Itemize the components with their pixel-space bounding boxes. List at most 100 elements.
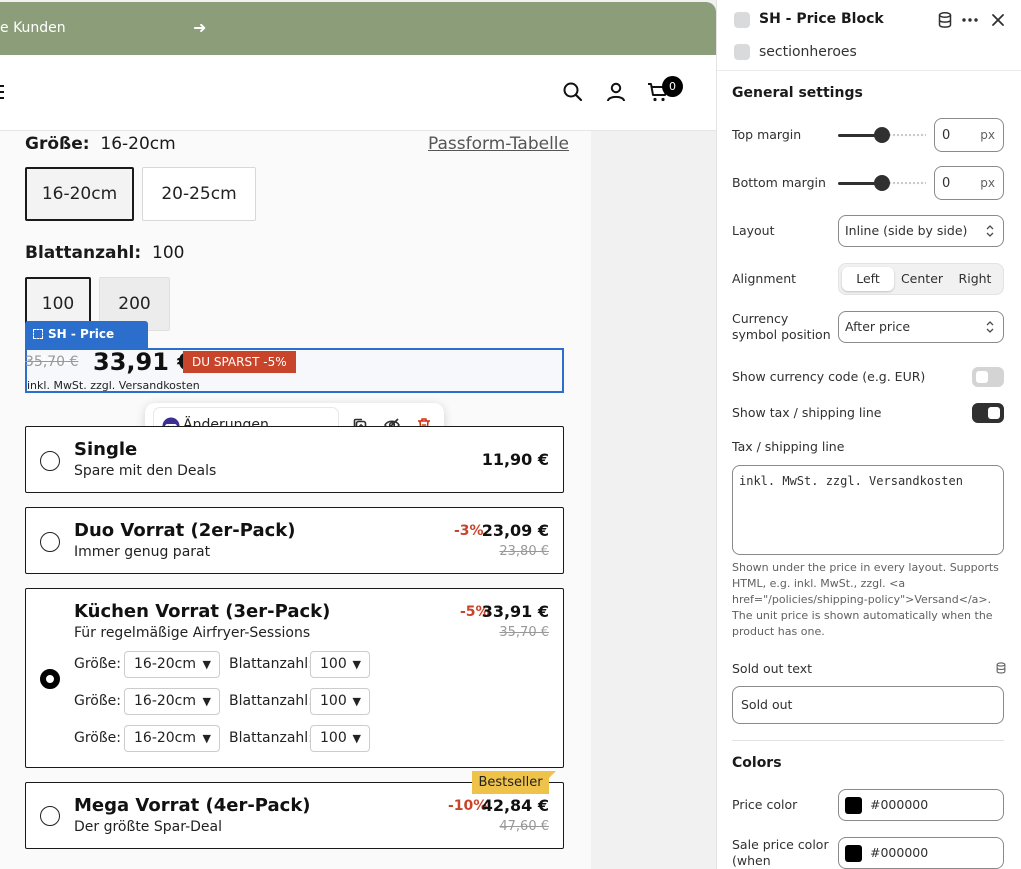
top-margin-input[interactable]: 0 px (934, 118, 1004, 152)
sheets-value: 100 (152, 243, 185, 263)
size-select[interactable]: 16-20cm ▼ (124, 651, 220, 678)
bundle-price: 23,09 € (481, 521, 549, 540)
top-margin-value: 0 (942, 128, 951, 143)
size-option[interactable]: 20-25cm (142, 167, 256, 221)
bundle-discount: -3% (454, 523, 484, 539)
bundle-radio[interactable] (40, 532, 60, 552)
sheets-label-row: Blattanzahl: 100 (25, 243, 184, 263)
search-icon[interactable] (561, 80, 585, 104)
bundle-title: Küchen Vorrat (3er-Pack) (74, 601, 331, 622)
account-icon[interactable] (604, 80, 628, 104)
size-select[interactable]: 16-20cm ▼ (124, 688, 220, 715)
alignment-center-option[interactable]: Center (896, 267, 948, 291)
bundle-radio-selected[interactable] (40, 669, 60, 689)
price-block-tag[interactable]: SH - Price Block (25, 321, 148, 368)
section-divider (732, 740, 1004, 741)
chevron-down-icon: ▼ (202, 658, 211, 671)
bundle-option-single[interactable]: Single Spare mit den Deals 11,90 € (25, 426, 564, 493)
announcement-text: e Kunden (0, 20, 66, 36)
size-select-value: 16-20cm (134, 656, 197, 672)
announcement-bar[interactable]: e Kunden ➜ (0, 2, 716, 55)
alignment-right-option[interactable]: Right (950, 267, 1000, 291)
app-icon (734, 44, 750, 60)
layout-label: Layout (732, 223, 775, 238)
select-arrows-icon (986, 321, 994, 333)
price-color-picker[interactable]: #000000 (838, 789, 1004, 821)
app-name: sectionheroes (759, 44, 857, 60)
bundle-radio[interactable] (40, 806, 60, 826)
bundle-subtitle: Spare mit den Deals (74, 463, 217, 479)
bottom-margin-unit: px (980, 176, 995, 190)
database-icon[interactable] (994, 661, 1008, 675)
sold-out-input[interactable]: Sold out (732, 686, 1004, 724)
colors-title: Colors (732, 755, 782, 771)
variant-sheets-label: Blattanzahl: (229, 656, 313, 672)
bottom-margin-label: Bottom margin (732, 175, 826, 190)
size-select-value: 16-20cm (134, 693, 197, 709)
bundle-price: 11,90 € (481, 450, 549, 469)
bundle-option-duo[interactable]: Duo Vorrat (2er-Pack) Immer genug parat … (25, 507, 564, 574)
variant-size-label: Größe: (74, 693, 122, 709)
bundle-title: Duo Vorrat (2er-Pack) (74, 520, 296, 541)
size-guide-link[interactable]: Passform-Tabelle (428, 134, 569, 154)
sale-price: 33,91 € (93, 348, 194, 376)
top-margin-unit: px (980, 128, 995, 142)
menu-icon[interactable] (0, 85, 4, 103)
price-color-value: #000000 (870, 797, 929, 812)
compare-price: 35,70 € (25, 354, 79, 370)
tax-line-textarea[interactable]: inkl. MwSt. zzgl. Versandkosten (732, 465, 1004, 555)
chevron-down-icon: ▼ (352, 695, 361, 708)
database-icon[interactable] (935, 10, 955, 30)
sheets-select-value: 100 (320, 730, 347, 746)
bundle-radio[interactable] (40, 451, 60, 471)
variant-sheets-label: Blattanzahl: (229, 730, 313, 746)
bottom-margin-input[interactable]: 0 px (934, 166, 1004, 200)
top-margin-slider[interactable] (838, 127, 926, 143)
size-label: Größe: (25, 134, 90, 154)
price-color-label: Price color (732, 797, 798, 812)
currency-position-select[interactable]: After price (838, 311, 1004, 343)
alignment-segmented-control: Left Center Right (838, 263, 1004, 295)
sheets-select[interactable]: 100 ▼ (310, 725, 370, 752)
sale-price-color-picker[interactable]: #000000 (838, 837, 1004, 869)
bundle-option-kitchen[interactable]: Küchen Vorrat (3er-Pack) Für regelmäßige… (25, 588, 564, 768)
slider-handle[interactable] (874, 175, 890, 191)
currency-position-label: Currency symbol position (732, 311, 831, 342)
bundle-compare-price: 23,80 € (499, 544, 549, 559)
bundle-compare-price: 47,60 € (499, 819, 549, 834)
show-currency-code-label: Show currency code (e.g. EUR) (732, 369, 926, 384)
slider-handle[interactable] (874, 127, 890, 143)
close-icon[interactable] (988, 10, 1008, 30)
bottom-margin-value: 0 (942, 176, 951, 191)
size-option[interactable]: 16-20cm (25, 167, 134, 221)
tax-line-field-label: Tax / shipping line (732, 439, 845, 454)
size-select[interactable]: 16-20cm ▼ (124, 725, 220, 752)
storefront-preview: e Kunden ➜ 0 Größe: 16-20cm Passform-Tab… (0, 0, 716, 869)
bundle-title: Mega Vorrat (4er-Pack) (74, 795, 311, 816)
sidebar-title: SH - Price Block (759, 11, 884, 27)
sale-price-color-value: #000000 (870, 845, 929, 860)
selection-frame-icon (33, 329, 43, 339)
variant-size-label: Größe: (74, 656, 122, 672)
app-root: e Kunden ➜ 0 Größe: 16-20cm Passform-Tab… (0, 0, 1021, 869)
bundle-subtitle: Der größte Spar-Deal (74, 819, 222, 835)
sheets-select[interactable]: 100 ▼ (310, 651, 370, 678)
sheets-select[interactable]: 100 ▼ (310, 688, 370, 715)
store-header (0, 55, 716, 131)
arrow-right-icon[interactable]: ➜ (193, 18, 206, 37)
layout-select[interactable]: Inline (side by side) (838, 215, 1004, 247)
save-badge: DU SPARST -5% (183, 351, 296, 373)
color-swatch[interactable] (845, 797, 862, 814)
bundle-price: 33,91 € (481, 602, 549, 621)
show-tax-line-toggle[interactable] (972, 403, 1004, 423)
bundle-subtitle: Für regelmäßige Airfryer-Sessions (74, 625, 311, 641)
size-label-row: Größe: 16-20cm (25, 134, 176, 154)
more-options-icon[interactable] (960, 10, 980, 30)
variant-sheets-label: Blattanzahl: (229, 693, 313, 709)
select-arrows-icon (986, 225, 994, 237)
show-currency-code-toggle[interactable] (972, 367, 1004, 387)
sidebar-header: SH - Price Block sectionheroes (717, 0, 1021, 71)
alignment-left-option[interactable]: Left (842, 267, 894, 291)
color-swatch[interactable] (845, 845, 862, 862)
bottom-margin-slider[interactable] (838, 175, 926, 191)
